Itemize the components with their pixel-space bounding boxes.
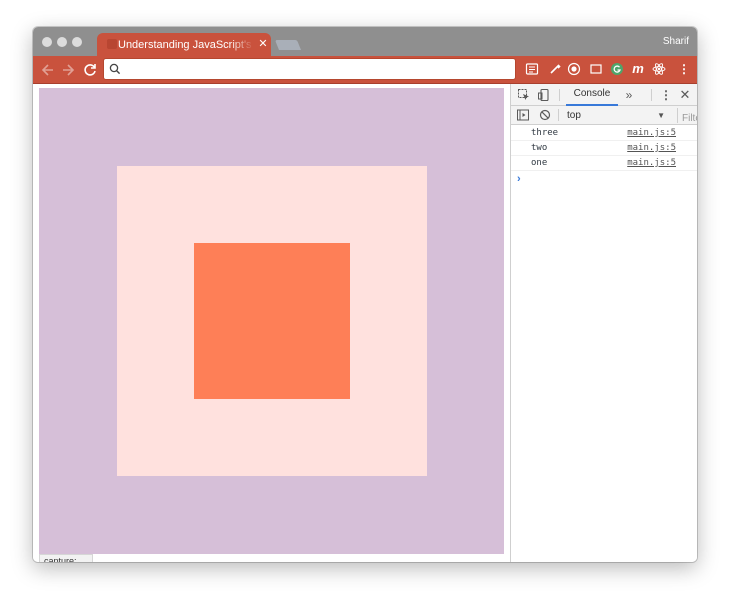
browser-toolbar: m ⋮ bbox=[33, 56, 697, 84]
favicon-icon bbox=[107, 39, 117, 49]
search-icon bbox=[109, 63, 121, 75]
outer-box[interactable] bbox=[39, 88, 504, 554]
browser-window: Understanding JavaScript's Capture ✕ Sha… bbox=[33, 27, 697, 562]
m-extension-icon[interactable]: m bbox=[630, 61, 646, 77]
inner-box[interactable] bbox=[194, 243, 350, 399]
middle-box[interactable] bbox=[117, 166, 427, 476]
more-tabs-button[interactable]: » bbox=[623, 88, 635, 102]
devtools-menu-button[interactable]: ⋮ bbox=[660, 88, 672, 102]
context-value: top bbox=[567, 110, 581, 121]
tab-strip: Understanding JavaScript's Capture ✕ Sha… bbox=[33, 27, 697, 56]
filter-input[interactable] bbox=[682, 111, 697, 126]
chrome-menu-icon[interactable]: ⋮ bbox=[676, 61, 692, 77]
log-row: two main.js:5 bbox=[511, 141, 697, 156]
console-toolbar: top ▼ bbox=[511, 106, 697, 126]
devtools-tabbar: Console » ⋮ ✕ bbox=[511, 84, 697, 106]
show-sidebar-icon[interactable] bbox=[516, 108, 530, 122]
dropdown-arrow-icon: ▼ bbox=[657, 111, 665, 120]
log-row: three main.js:5 bbox=[511, 126, 697, 141]
reload-button[interactable] bbox=[80, 60, 100, 80]
calendar-extension-icon[interactable] bbox=[524, 61, 540, 77]
console-filter[interactable] bbox=[677, 108, 697, 126]
tab-separator bbox=[651, 89, 652, 101]
console-prompt[interactable]: › bbox=[511, 171, 697, 187]
forward-button[interactable] bbox=[58, 60, 78, 80]
minimize-window-button[interactable] bbox=[57, 37, 67, 47]
window-icon[interactable] bbox=[588, 61, 604, 77]
tab-separator bbox=[559, 89, 560, 101]
devtools-close-button[interactable]: ✕ bbox=[678, 87, 692, 103]
tab-title: Understanding JavaScript's Capture bbox=[118, 39, 254, 51]
status-bubble: capture: true bbox=[39, 554, 93, 562]
log-source-link[interactable]: main.js:5 bbox=[627, 142, 676, 155]
tab-close-button[interactable]: ✕ bbox=[258, 37, 268, 51]
console-output: three main.js:5 two main.js:5 one main.j… bbox=[511, 126, 697, 187]
log-message: one bbox=[531, 158, 548, 168]
close-window-button[interactable] bbox=[42, 37, 52, 47]
profile-name[interactable]: Sharif bbox=[663, 35, 689, 49]
address-bar[interactable] bbox=[103, 58, 516, 80]
context-selector[interactable]: top ▼ bbox=[565, 108, 667, 123]
react-devtools-icon[interactable] bbox=[651, 61, 667, 77]
zoom-window-button[interactable] bbox=[72, 37, 82, 47]
tab-active[interactable]: Understanding JavaScript's Capture ✕ bbox=[97, 33, 271, 56]
forward-arrow-icon bbox=[63, 64, 75, 76]
log-row: one main.js:5 bbox=[511, 156, 697, 171]
back-arrow-icon bbox=[41, 64, 53, 76]
prompt-caret-icon: › bbox=[517, 173, 521, 185]
tab-console[interactable]: Console bbox=[566, 84, 618, 106]
log-source-link[interactable]: main.js:5 bbox=[627, 127, 676, 140]
page-viewport: capture: true bbox=[33, 84, 510, 562]
log-message: three bbox=[531, 128, 559, 138]
record-icon[interactable] bbox=[566, 61, 582, 77]
devtools-panel: Console » ⋮ ✕ top ▼ three bbox=[510, 84, 697, 562]
clear-console-icon[interactable] bbox=[538, 108, 552, 122]
back-button[interactable] bbox=[38, 60, 58, 80]
log-message: two bbox=[531, 143, 548, 153]
grammarly-icon[interactable] bbox=[609, 61, 625, 77]
reload-icon bbox=[84, 64, 96, 76]
device-toolbar-icon[interactable] bbox=[537, 88, 551, 102]
new-tab-button[interactable] bbox=[274, 40, 302, 50]
address-input[interactable] bbox=[124, 61, 509, 77]
inspect-element-icon[interactable] bbox=[517, 88, 531, 102]
eyedropper-icon[interactable] bbox=[547, 61, 563, 77]
toolbar-separator bbox=[558, 109, 559, 121]
log-source-link[interactable]: main.js:5 bbox=[627, 157, 676, 170]
